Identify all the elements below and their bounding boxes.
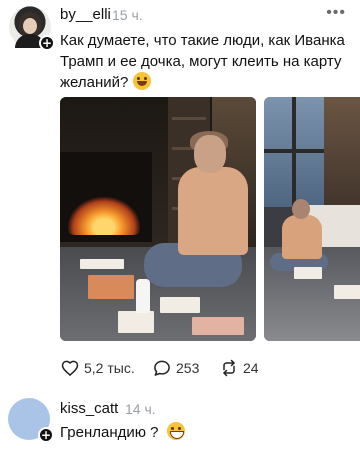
post-gallery[interactable]	[60, 97, 360, 341]
comment-author-avatar[interactable]: +	[8, 398, 54, 443]
heart-icon	[61, 360, 79, 377]
paper-scrap	[294, 267, 322, 279]
post: + by__elli 15 ч. ••• Как думаете, что та…	[0, 0, 360, 380]
gallery-photo-1[interactable]	[60, 97, 256, 341]
comment-item: + kiss_catt 14 ч. Гренландию ?	[0, 392, 360, 474]
paper-scrap	[160, 297, 200, 313]
magazine-cutout	[88, 275, 134, 299]
person-head	[194, 135, 226, 173]
comment-count: 253	[176, 360, 200, 376]
person-body	[282, 215, 322, 259]
follow-plus-icon[interactable]: +	[38, 427, 54, 443]
follow-plus-icon[interactable]: +	[39, 35, 55, 51]
glue-bottle	[136, 279, 150, 313]
like-count: 5,2 тыс.	[84, 360, 135, 376]
post-text: Как думаете, что такие люди, как Иванка …	[60, 30, 356, 93]
more-dots-icon[interactable]: •••	[326, 4, 346, 22]
comment-username[interactable]: kiss_catt	[60, 400, 118, 417]
person-body	[178, 167, 248, 255]
paper-scrap	[118, 311, 154, 333]
grin-emoji-icon	[166, 422, 185, 440]
comment-text-body: Гренландию ?	[60, 424, 159, 441]
like-button[interactable]: 5,2 тыс.	[60, 358, 135, 378]
post-time: 15 ч.	[112, 7, 143, 23]
post-text-body: Как думаете, что такие люди, как Иванка …	[60, 32, 345, 91]
gallery-photo-2[interactable]	[264, 97, 360, 341]
comment-time: 14 ч.	[125, 401, 156, 417]
paper-scrap	[80, 259, 124, 269]
post-author-avatar[interactable]: +	[9, 6, 55, 51]
avatar-face	[23, 18, 37, 34]
person-head	[292, 199, 310, 219]
comment-bubble-icon	[154, 360, 170, 376]
repost-icon	[223, 359, 235, 377]
sweat-smile-emoji-icon	[132, 72, 151, 90]
repost-count: 24	[243, 360, 259, 376]
repost-button[interactable]: 24	[219, 358, 259, 378]
comment-text: Гренландию ?	[60, 422, 185, 441]
fire-flame	[68, 197, 140, 235]
post-actions: 5,2 тыс. 253 24	[60, 358, 360, 380]
post-username[interactable]: by__elli	[60, 6, 111, 23]
paper-scrap	[334, 285, 360, 299]
comment-button[interactable]: 253	[152, 358, 199, 378]
window	[264, 97, 324, 207]
magazine-cutout	[192, 317, 244, 335]
